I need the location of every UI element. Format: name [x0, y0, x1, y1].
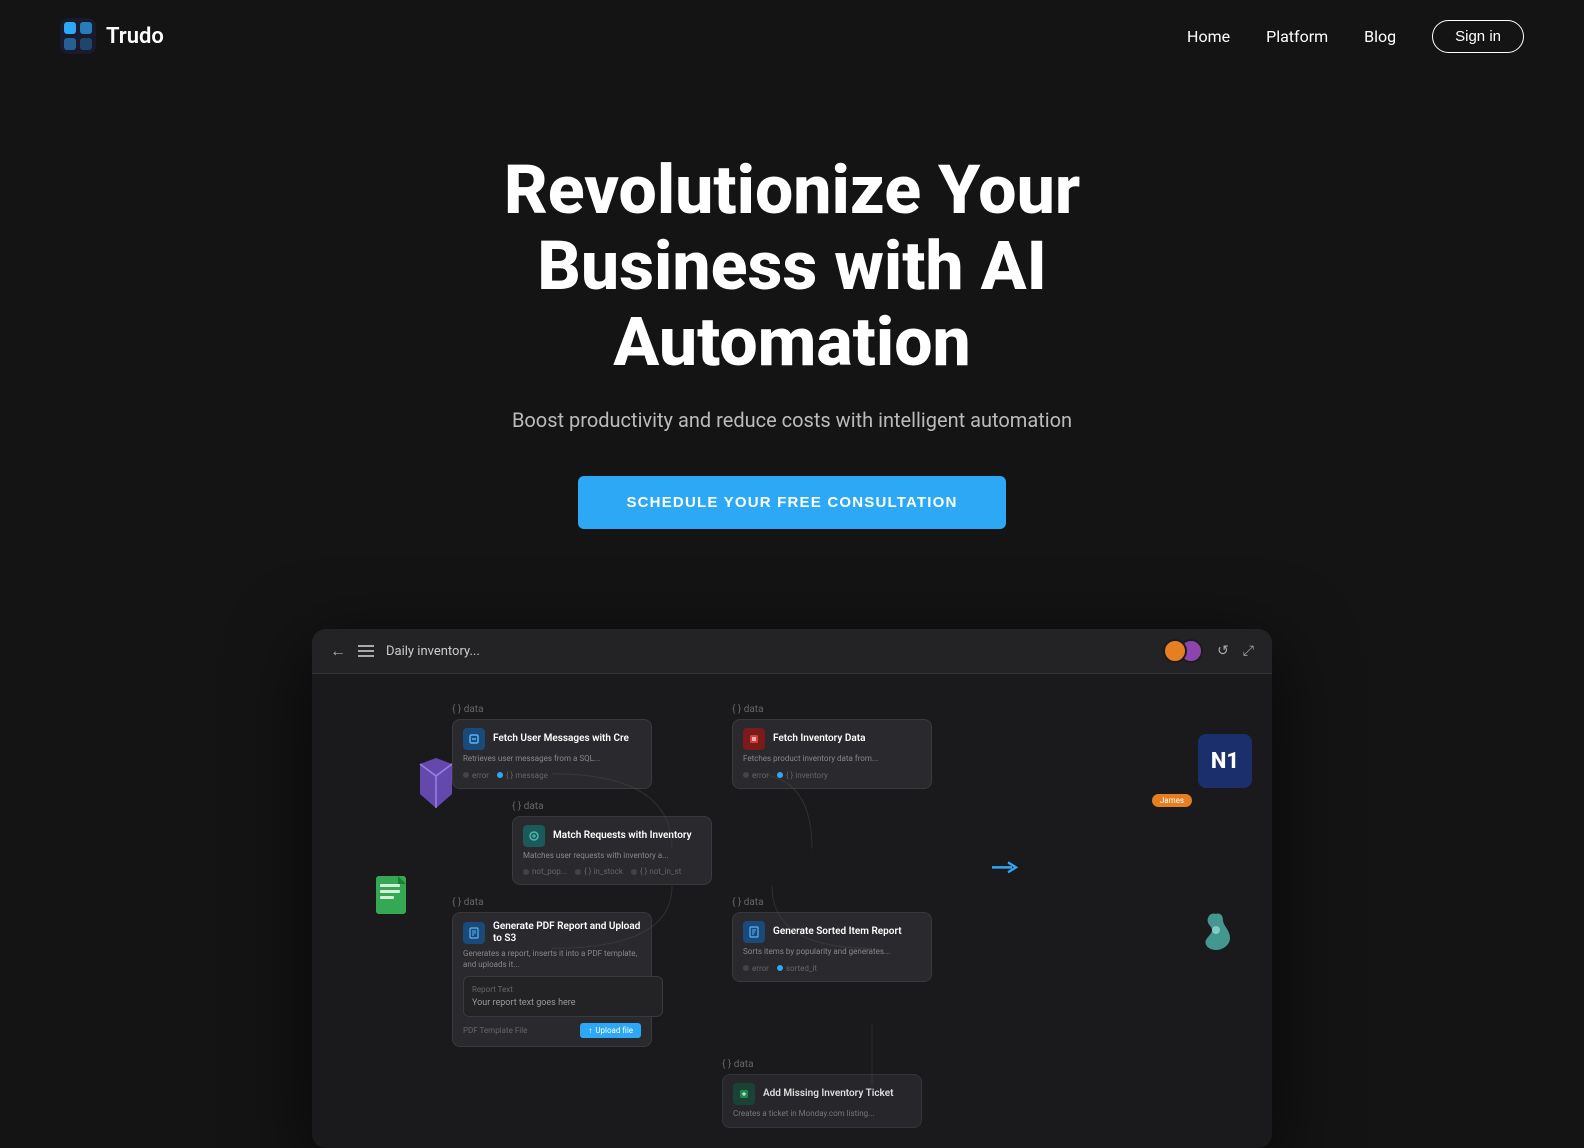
node-title-fetch-user: Fetch User Messages with Cre [493, 733, 629, 745]
data-label-2: { } data [732, 704, 932, 715]
data-label-4: { } data [452, 897, 652, 908]
node-title-fetch-inv: Fetch Inventory Data [773, 733, 865, 745]
node-desc-match: Matches user requests with inventory a..… [523, 851, 701, 861]
dashboard-title: Daily inventory... [386, 644, 480, 659]
back-arrow-icon[interactable]: ← [330, 641, 346, 661]
data-label-3: { } data [512, 801, 712, 812]
port-sorted: sorted_it [777, 964, 817, 973]
nav-home[interactable]: Home [1187, 27, 1230, 46]
port-error-2: error [743, 771, 769, 780]
node-icon-fetch-inv [743, 728, 765, 750]
hero-section: Revolutionize Your Business with AI Auto… [0, 72, 1584, 589]
data-label-1: { } data [452, 704, 652, 715]
report-text-label: Report Text [472, 985, 654, 994]
hero-title: Revolutionize Your Business with AI Auto… [442, 152, 1142, 380]
node-desc-fetch-user: Retrieves user messages from a SQL... [463, 754, 641, 764]
brand-name: Trudo [106, 24, 164, 49]
port-error-1: error [463, 771, 489, 780]
node-generate-sorted: Generate Sorted Item Report Sorts items … [732, 912, 932, 981]
upload-label: PDF Template File [463, 1026, 527, 1035]
hamburger-icon[interactable] [358, 645, 374, 657]
node-fetch-inventory: Fetch Inventory Data Fetches product inv… [732, 719, 932, 788]
nav-blog[interactable]: Blog [1364, 27, 1396, 46]
node-generate-pdf: Generate PDF Report and Upload to S3 Gen… [452, 912, 652, 1047]
history-icon[interactable]: ↺ [1217, 643, 1229, 659]
topbar-right: ↺ ⤢ [1163, 639, 1254, 663]
node-desc-pdf: Generates a report, inserts it into a PD… [463, 949, 641, 970]
upload-area: PDF Template File ↑ Upload file [463, 1023, 641, 1038]
nav-platform[interactable]: Platform [1266, 27, 1328, 46]
port-inventory: { } inventory [777, 771, 828, 780]
node-icon-ticket [733, 1083, 755, 1105]
port-not-pop: not_pop... [523, 867, 567, 876]
upload-button[interactable]: ↑ Upload file [580, 1023, 641, 1038]
node-match-requests: Match Requests with Inventory Matches us… [512, 816, 712, 885]
node-icon-match [523, 825, 545, 847]
avatar-group [1163, 639, 1203, 663]
node-desc-sorted: Sorts items by popularity and generates.… [743, 947, 921, 957]
port-error-sorted: error [743, 964, 769, 973]
node-fetch-user-messages: Fetch User Messages with Cre Retrieves u… [452, 719, 652, 788]
node-title-pdf: Generate PDF Report and Upload to S3 [493, 921, 641, 945]
report-text-input: Report Text Your report text goes here [463, 976, 663, 1017]
node-title-ticket: Add Missing Inventory Ticket [763, 1088, 893, 1100]
node-add-ticket: Add Missing Inventory Ticket Creates a t… [722, 1074, 922, 1128]
data-label-6: { } data [722, 1059, 922, 1070]
google-sheets-icon [372, 874, 414, 930]
port-not-in-st: { } not_in_st [631, 867, 681, 876]
port-message-1: { } message [497, 771, 548, 780]
node-desc-fetch-inv: Fetches product inventory data from... [743, 754, 921, 764]
node-desc-ticket: Creates a ticket in Monday.com listing..… [733, 1109, 911, 1119]
nav-links: Home Platform Blog Sign in [1187, 20, 1524, 53]
signin-button[interactable]: Sign in [1432, 20, 1524, 53]
data-label-5: { } data [732, 897, 932, 908]
report-text-value: Your report text goes here [472, 998, 654, 1008]
canvas-area: N1 James { } data [312, 674, 1272, 1148]
node-title-sorted: Generate Sorted Item Report [773, 926, 902, 938]
port-in-stock: { } in_stock [575, 867, 623, 876]
logo[interactable]: Trudo [60, 18, 164, 54]
logo-icon [60, 18, 96, 54]
node-icon-sorted [743, 921, 765, 943]
node-icon-pdf [463, 922, 485, 944]
hero-subtitle: Boost productivity and reduce costs with… [512, 408, 1072, 432]
navbar: Trudo Home Platform Blog Sign in [0, 0, 1584, 72]
expand-icon[interactable]: ⤢ [1243, 643, 1254, 659]
dashboard-topbar: ← Daily inventory... ↺ ⤢ [312, 629, 1272, 674]
cta-button[interactable]: SCHEDULE YOUR FREE CONSULTATION [578, 476, 1005, 529]
node-icon-fetch-user [463, 728, 485, 750]
topbar-left: ← Daily inventory... [330, 641, 480, 661]
dashboard-preview: ← Daily inventory... ↺ ⤢ [312, 629, 1272, 1148]
node-title-match: Match Requests with Inventory [553, 830, 692, 842]
